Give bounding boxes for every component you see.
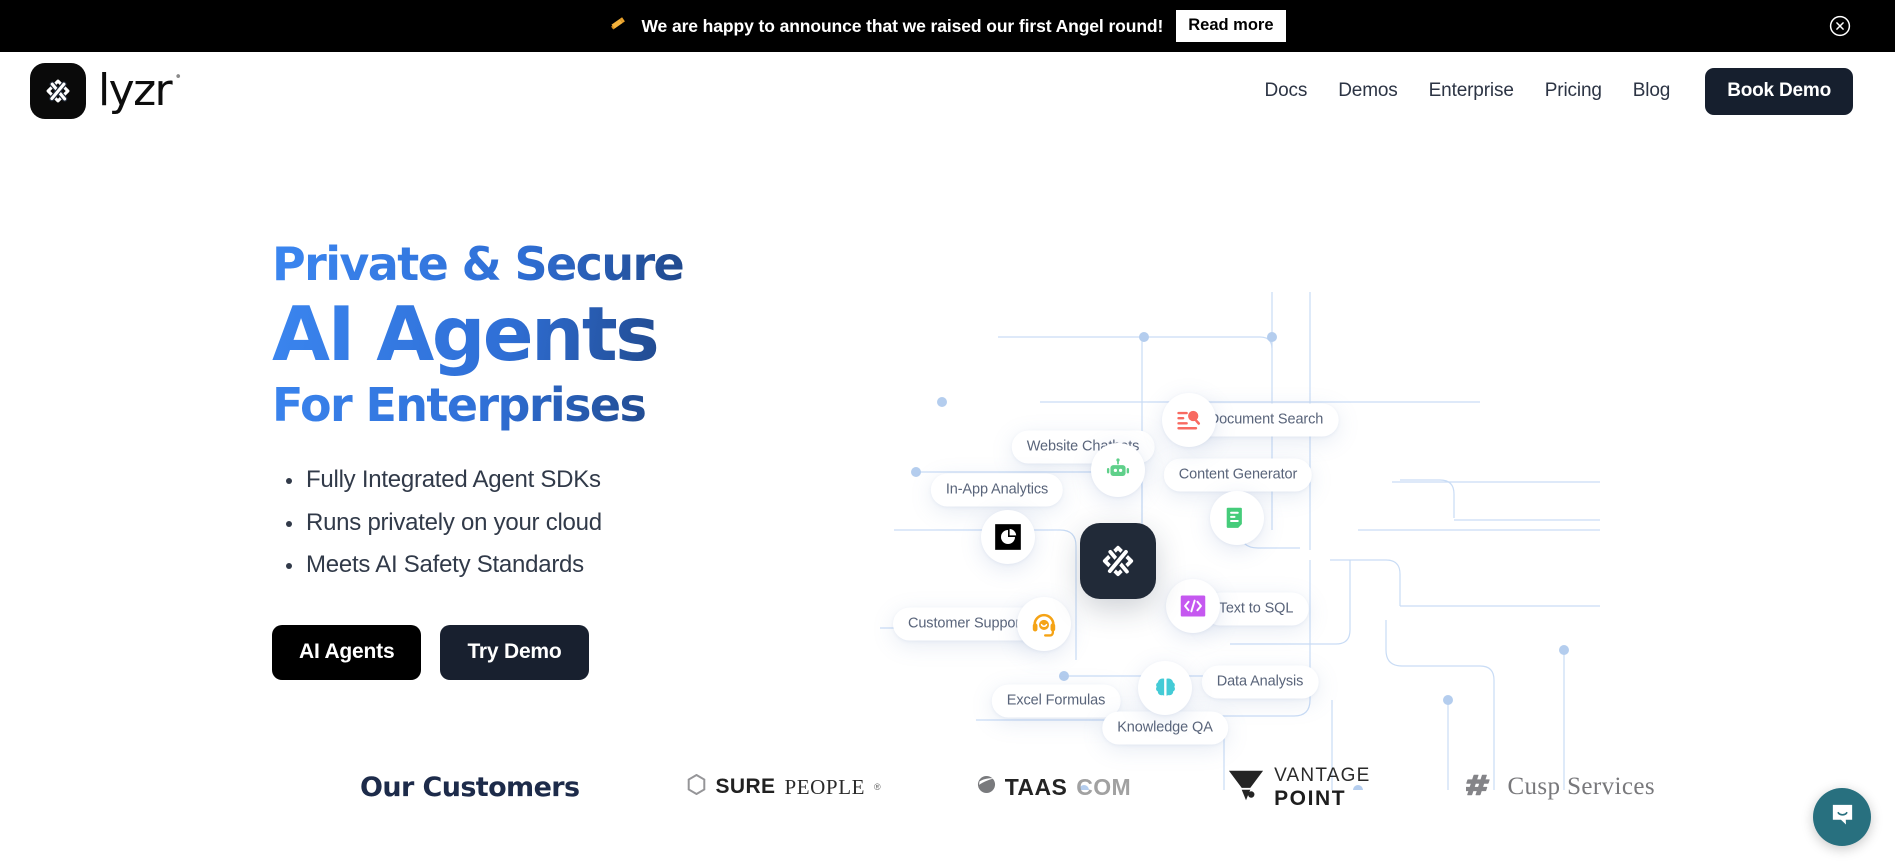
- node-chip-knowledge-qa[interactable]: Knowledge QA: [1102, 711, 1228, 745]
- brain-icon: [1152, 675, 1179, 702]
- content-document-icon: [1224, 505, 1250, 531]
- vantagepoint-logo: VANTAGE POINT: [1227, 766, 1370, 809]
- list-item: Runs privately on your cloud: [286, 508, 832, 539]
- headset-support-icon: [1030, 610, 1058, 638]
- vantagepoint-logo-text: VANTAGE POINT: [1274, 766, 1370, 809]
- list-item: Fully Integrated Agent SDKs: [286, 465, 832, 496]
- circle-swoosh-icon: [977, 775, 996, 799]
- announcement-text: We are happy to announce that we raised …: [641, 15, 1164, 36]
- content-generator-icon-bubble[interactable]: [1210, 491, 1264, 545]
- customer-support-icon-bubble[interactable]: [1017, 597, 1071, 651]
- hexagon-icon: [687, 773, 706, 800]
- site-header: lyzr • Docs Demos Enterprise Pricing Blog…: [0, 52, 1895, 130]
- megaphone-icon: [609, 14, 628, 36]
- lyzr-center-node[interactable]: [1080, 523, 1156, 599]
- taascom-logo-text-dark: TAAS: [1004, 773, 1068, 800]
- customer-logo-row: SURE PEOPLE ® TAAS COM VANTAGE POINT Cus…: [687, 766, 1805, 809]
- robot-icon: [1105, 457, 1131, 483]
- knowledge-qa-icon-bubble[interactable]: [1138, 661, 1192, 715]
- close-circle-icon[interactable]: [1827, 13, 1853, 39]
- nav-item-docs[interactable]: Docs: [1265, 80, 1308, 102]
- list-item: Meets AI Safety Standards: [286, 550, 832, 581]
- taascom-logo-text-grey: COM: [1076, 773, 1132, 800]
- cusp-services-logo-text: Cusp Services: [1507, 773, 1655, 800]
- document-search-icon-bubble[interactable]: [1162, 393, 1216, 447]
- document-search-icon: [1175, 406, 1203, 434]
- agent-network-diagram: Website Chatbots In-App Analytics Docume…: [880, 230, 1600, 790]
- robot-icon-bubble[interactable]: [1091, 443, 1145, 497]
- ai-agents-button[interactable]: AI Agents: [272, 624, 422, 680]
- hero-copy: Private & Secure AI Agents For Enterpris…: [272, 238, 832, 680]
- hero-title-line-1: Private & Secure: [272, 237, 684, 291]
- hero-cta-group: AI Agents Try Demo: [272, 624, 832, 680]
- nav-item-demos[interactable]: Demos: [1338, 80, 1398, 102]
- surepeople-logo-text-thin: PEOPLE: [784, 774, 866, 799]
- surepeople-registered-mark: ®: [874, 782, 881, 792]
- hero-feature-list: Fully Integrated Agent SDKs Runs private…: [272, 465, 832, 581]
- taascom-logo: TAAS COM: [977, 774, 1131, 801]
- hero-title-line-2: AI Agents: [272, 290, 658, 379]
- code-brackets-icon: [1179, 592, 1207, 620]
- page-title: Private & Secure AI Agents For Enterpris…: [272, 238, 832, 433]
- lyzr-logo-icon: [1094, 537, 1142, 585]
- node-chip-data-analysis[interactable]: Data Analysis: [1201, 665, 1319, 699]
- vantagepoint-logo-line2: POINT: [1274, 786, 1347, 810]
- node-chip-excel-formulas[interactable]: Excel Formulas: [991, 684, 1121, 718]
- text-to-sql-icon-bubble[interactable]: [1166, 579, 1220, 633]
- pie-chart-icon: [994, 523, 1022, 551]
- v-triangle-icon: [1227, 766, 1265, 809]
- announcement-content: We are happy to announce that we raised …: [609, 10, 1286, 42]
- vantagepoint-logo-line1: VANTAGE: [1274, 764, 1371, 786]
- try-demo-button[interactable]: Try Demo: [440, 624, 589, 680]
- pie-chart-icon-bubble[interactable]: [981, 510, 1035, 564]
- node-chip-content-generator[interactable]: Content Generator: [1163, 458, 1313, 492]
- lyzr-logo-icon: [30, 63, 86, 119]
- book-demo-button[interactable]: Book Demo: [1705, 67, 1853, 115]
- nav-item-pricing[interactable]: Pricing: [1545, 80, 1602, 102]
- node-chip-in-app-analytics[interactable]: In-App Analytics: [930, 473, 1064, 507]
- read-more-button[interactable]: Read more: [1176, 10, 1286, 42]
- customers-title: Our Customers: [360, 771, 580, 803]
- brand-wordmark: lyzr •: [98, 69, 182, 113]
- brand-wordmark-text: lyzr: [98, 65, 173, 116]
- chat-launcher-button[interactable]: [1813, 788, 1871, 846]
- chat-bubble-smile-icon: [1829, 801, 1856, 833]
- surepeople-logo-text-bold: SURE: [715, 775, 776, 798]
- hero-section: Private & Secure AI Agents For Enterpris…: [0, 130, 1895, 790]
- announcement-banner: We are happy to announce that we raised …: [0, 0, 1895, 52]
- main-navigation: Docs Demos Enterprise Pricing Blog Book …: [1265, 67, 1853, 115]
- nav-item-enterprise[interactable]: Enterprise: [1429, 80, 1514, 102]
- customers-section: Our Customers SURE PEOPLE ® TAAS COM VAN…: [0, 742, 1895, 832]
- surepeople-logo: SURE PEOPLE ®: [687, 773, 881, 800]
- brand-registered-mark: •: [174, 70, 183, 85]
- brand-logo[interactable]: lyzr •: [30, 63, 182, 119]
- hero-title-line-3: For Enterprises: [272, 378, 646, 433]
- cusp-services-logo: Cusp Services: [1464, 772, 1655, 803]
- nav-item-blog[interactable]: Blog: [1633, 80, 1671, 102]
- hash-mark-icon: [1464, 772, 1498, 803]
